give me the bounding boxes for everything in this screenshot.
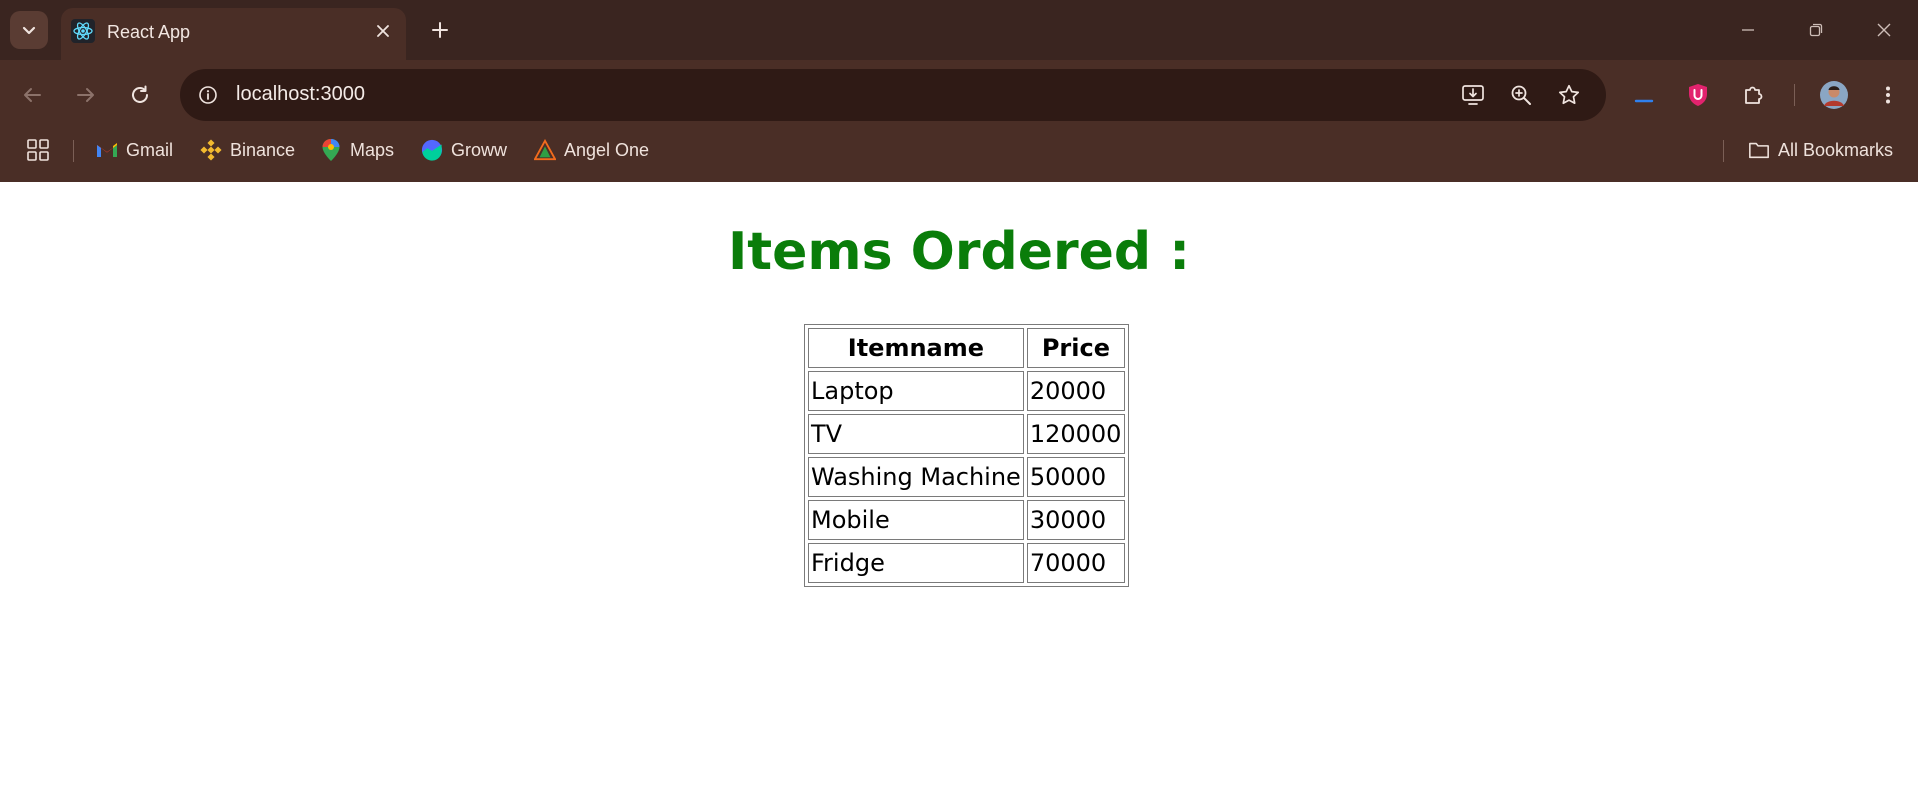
bookmark-label: Angel One xyxy=(564,139,650,160)
chevron-down-icon xyxy=(22,26,36,35)
extension-loading-button[interactable] xyxy=(1626,77,1662,113)
install-icon xyxy=(1462,85,1484,105)
bookmarks-bar: Gmail Binance Maps Groww Angel One All B… xyxy=(0,128,1918,172)
zoom-in-icon xyxy=(1511,85,1531,105)
cell-itemname: Fridge xyxy=(808,543,1024,583)
apps-grid-icon xyxy=(27,139,49,161)
reload-icon xyxy=(132,85,148,103)
arrow-left-icon xyxy=(24,88,41,102)
page-content: Items Ordered : Itemname Price Laptop 20… xyxy=(0,182,1918,811)
bookmarks-divider xyxy=(1723,140,1724,162)
bookmark-label: Groww xyxy=(451,139,508,160)
back-button[interactable] xyxy=(14,77,50,113)
table-header-row: Itemname Price xyxy=(808,328,1125,368)
cell-price: 70000 xyxy=(1026,543,1125,583)
browser-chrome: React App localhost:3000 Gmail Binance M… xyxy=(0,0,1918,182)
all-bookmarks-button[interactable]: All Bookmarks xyxy=(1748,136,1893,164)
bookmark-angel-one[interactable]: Angel One xyxy=(534,136,649,164)
cell-itemname: Washing Machine xyxy=(808,457,1024,497)
toolbar-divider xyxy=(1794,84,1795,106)
table-row: Fridge 70000 xyxy=(808,543,1125,583)
star-icon xyxy=(1558,84,1580,105)
table-row: Washing Machine 50000 xyxy=(808,457,1125,497)
zoom-button[interactable] xyxy=(1506,80,1536,110)
cell-itemname: TV xyxy=(808,414,1024,454)
table-row: Laptop 20000 xyxy=(808,371,1125,411)
info-icon xyxy=(199,86,217,104)
table-row: TV 120000 xyxy=(808,414,1125,454)
folder-icon xyxy=(1748,139,1770,161)
restore-button[interactable] xyxy=(1800,14,1832,46)
maps-icon xyxy=(320,139,342,161)
menu-button[interactable] xyxy=(1870,77,1906,113)
tab-title: React App xyxy=(107,22,191,42)
ublock-shield-icon xyxy=(1689,84,1707,106)
bookmark-gmail[interactable]: Gmail xyxy=(96,136,173,164)
cell-price: 30000 xyxy=(1026,500,1125,540)
bookmark-maps[interactable]: Maps xyxy=(320,136,394,164)
groww-icon xyxy=(421,139,443,161)
bookmark-label: Gmail xyxy=(126,139,174,160)
cell-itemname: Laptop xyxy=(808,371,1024,411)
new-tab-button[interactable] xyxy=(424,14,456,46)
bookmark-groww[interactable]: Groww xyxy=(421,136,507,164)
tab-react-app[interactable]: React App xyxy=(61,8,406,60)
binance-icon xyxy=(200,139,222,161)
cell-price: 50000 xyxy=(1026,457,1125,497)
cell-itemname: Mobile xyxy=(808,500,1024,540)
site-info-button[interactable] xyxy=(194,81,222,109)
profile-avatar-button[interactable] xyxy=(1816,77,1852,113)
apps-button[interactable] xyxy=(26,136,50,164)
avatar xyxy=(1820,81,1848,109)
forward-button[interactable] xyxy=(68,77,104,113)
install-app-button[interactable] xyxy=(1458,80,1488,110)
tab-strip: React App xyxy=(0,0,1918,60)
column-header-itemname: Itemname xyxy=(808,328,1024,368)
plus-icon xyxy=(432,22,448,38)
minimize-icon xyxy=(1742,29,1754,31)
address-bar[interactable]: localhost:3000 xyxy=(180,69,1606,121)
cell-price: 120000 xyxy=(1026,414,1125,454)
bookmark-binance[interactable]: Binance xyxy=(200,136,295,164)
angel-one-icon xyxy=(534,139,556,161)
tab-close-button[interactable] xyxy=(372,20,394,42)
close-icon xyxy=(1877,23,1891,37)
gmail-icon xyxy=(96,139,118,161)
tab-search-button[interactable] xyxy=(10,11,48,49)
column-header-price: Price xyxy=(1026,328,1125,368)
all-bookmarks-label: All Bookmarks xyxy=(1778,139,1894,160)
close-icon xyxy=(377,25,389,37)
reload-button[interactable] xyxy=(122,77,158,113)
bookmark-label: Maps xyxy=(350,139,395,160)
page-title: Items Ordered : xyxy=(727,222,1191,282)
ublock-extension-button[interactable] xyxy=(1680,77,1716,113)
loading-icon xyxy=(1634,99,1654,103)
bookmarks-divider xyxy=(73,140,74,162)
extensions-button[interactable] xyxy=(1736,77,1772,113)
more-vertical-icon xyxy=(1886,86,1890,104)
puzzle-icon xyxy=(1745,86,1763,104)
arrow-right-icon xyxy=(77,88,94,102)
bookmark-star-button[interactable] xyxy=(1554,80,1584,110)
url-text[interactable]: localhost:3000 xyxy=(236,83,365,106)
cell-price: 20000 xyxy=(1026,371,1125,411)
restore-icon xyxy=(1809,23,1823,37)
table-row: Mobile 30000 xyxy=(808,500,1125,540)
close-window-button[interactable] xyxy=(1868,14,1900,46)
react-icon xyxy=(71,19,95,43)
bookmark-label: Binance xyxy=(230,139,296,160)
minimize-button[interactable] xyxy=(1732,14,1764,46)
orders-table: Itemname Price Laptop 20000 TV 120000 Wa… xyxy=(804,324,1129,587)
